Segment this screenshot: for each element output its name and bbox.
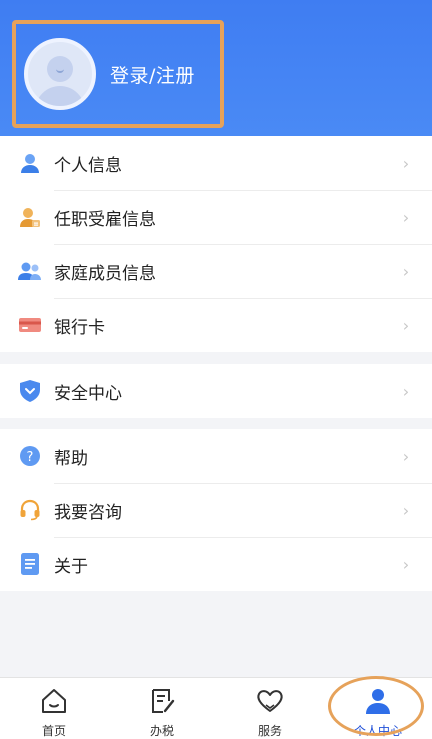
- menu-item-label: 任职受雇信息: [54, 209, 156, 230]
- menu-item-security-center[interactable]: 安全中心 ›: [0, 364, 432, 418]
- menu-item-family-info[interactable]: 家庭成员信息 ›: [0, 244, 432, 298]
- tab-label: 办税: [149, 724, 174, 738]
- user-center-icon: [364, 687, 392, 719]
- tab-service[interactable]: 服务: [216, 678, 324, 739]
- menu-item-personal-info[interactable]: 个人信息 ›: [0, 136, 432, 190]
- heart-icon: [255, 687, 285, 719]
- chevron-right-icon: ›: [402, 153, 410, 173]
- menu-item-label: 家庭成员信息: [54, 263, 156, 284]
- chevron-right-icon: ›: [402, 207, 410, 227]
- chevron-right-icon: ›: [402, 261, 410, 281]
- login-register-area[interactable]: 登录/注册: [12, 20, 224, 128]
- home-icon: [40, 687, 68, 719]
- tab-label: 服务: [257, 724, 282, 738]
- menu-group-security: 安全中心 ›: [0, 364, 432, 418]
- menu-item-label: 安全中心: [54, 383, 122, 404]
- shield-icon: [18, 379, 42, 403]
- employment-icon: [18, 205, 42, 229]
- svg-text:?: ?: [27, 450, 34, 465]
- bank-card-icon: [18, 313, 42, 337]
- chevron-right-icon: ›: [402, 500, 410, 520]
- menu-item-label: 个人信息: [54, 155, 122, 176]
- chevron-right-icon: ›: [402, 315, 410, 335]
- menu-item-label: 关于: [54, 556, 88, 577]
- menu-group-support: ? 帮助 › 我要咨询 › 关于 ›: [0, 429, 432, 591]
- profile-header: 登录/注册: [0, 0, 432, 136]
- menu-item-label: 银行卡: [54, 317, 105, 338]
- headset-icon: [18, 498, 42, 522]
- avatar[interactable]: [24, 38, 96, 110]
- tax-icon: [148, 687, 176, 719]
- tab-tax[interactable]: 办税: [108, 678, 216, 739]
- document-icon: [18, 552, 42, 576]
- tab-label: 个人中心: [353, 724, 402, 738]
- bottom-tab-bar: 首页 办税 服务 个人中心: [0, 677, 432, 739]
- menu-item-about[interactable]: 关于 ›: [0, 537, 432, 591]
- chevron-right-icon: ›: [402, 446, 410, 466]
- menu-item-bank-card[interactable]: 银行卡 ›: [0, 298, 432, 352]
- tab-label: 首页: [41, 724, 66, 738]
- tab-personal-center[interactable]: 个人中心: [324, 678, 432, 739]
- tab-home[interactable]: 首页: [0, 678, 108, 739]
- login-register-link[interactable]: 登录/注册: [110, 61, 195, 88]
- help-icon: ?: [18, 444, 42, 468]
- menu-item-label: 我要咨询: [54, 502, 122, 523]
- chevron-right-icon: ›: [402, 381, 410, 401]
- menu-item-employment-info[interactable]: 任职受雇信息 ›: [0, 190, 432, 244]
- menu-item-help[interactable]: ? 帮助 ›: [0, 429, 432, 483]
- person-icon: [18, 151, 42, 175]
- menu-group-profile: 个人信息 › 任职受雇信息 › 家庭成员信息 › 银行卡 ›: [0, 136, 432, 352]
- family-icon: [18, 259, 42, 283]
- menu-item-label: 帮助: [54, 448, 88, 469]
- menu-item-consult[interactable]: 我要咨询 ›: [0, 483, 432, 537]
- chevron-right-icon: ›: [402, 554, 410, 574]
